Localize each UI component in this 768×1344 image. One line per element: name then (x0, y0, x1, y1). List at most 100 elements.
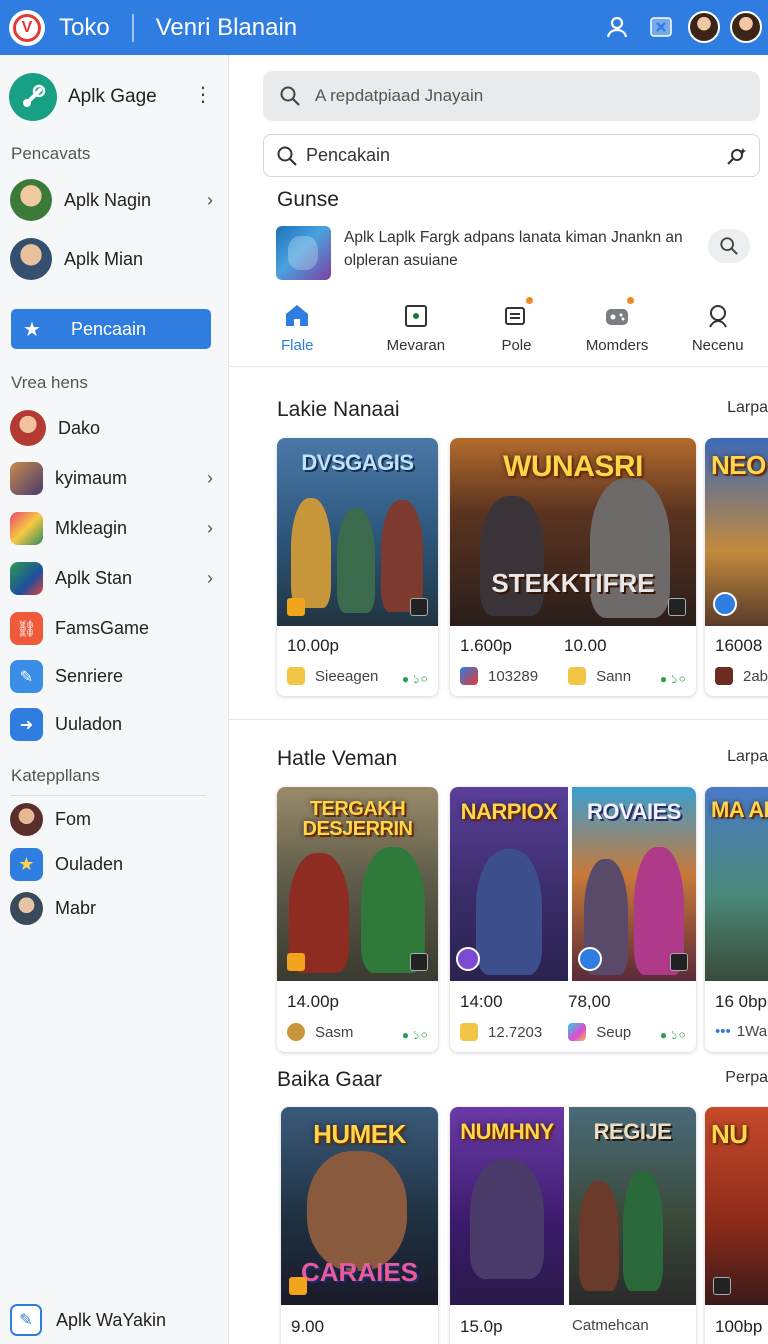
game-meta: 103289 Sann (460, 667, 631, 685)
avatar[interactable] (730, 11, 762, 43)
footer-label: Aplk WaYakin (56, 1309, 167, 1330)
avatar (10, 410, 46, 446)
see-more-link[interactable]: Perpa (725, 1069, 768, 1087)
sidebar-item[interactable]: ✎ Senriere (10, 660, 215, 693)
game-card[interactable]: NEO 16008 2abi (705, 438, 768, 696)
game-card[interactable]: NARPIOX ROVAIES 14:00 78,00 12.7203 Seup … (450, 787, 696, 1052)
game-card[interactable]: MA AL 16 0bp •••1Wa (705, 787, 768, 1052)
game-cover: NUMHNY (450, 1107, 564, 1305)
tab-flale[interactable]: Flale (229, 295, 366, 367)
star-icon: ★ (23, 318, 41, 341)
game-meta: 2abi (715, 667, 768, 685)
game-price: 14.00p (287, 992, 339, 1011)
publisher-icon (568, 667, 587, 685)
notification-badge (625, 295, 637, 306)
sidebar-profile[interactable]: Aplk Gage ⋮ (9, 72, 219, 122)
game-card[interactable]: TERGAKH DESJERRIN 14.00p Sasm ● ১০ (277, 787, 438, 1052)
sidebar-item-label: Ouladen (55, 854, 124, 874)
gamepad-icon (604, 295, 637, 329)
rating-indicator: ● ১০ (659, 672, 686, 686)
promo-banner[interactable]: Aplk Laplk Fargk adpans lanata kiman Jna… (276, 226, 756, 282)
sidebar-item[interactable]: Aplk Stan › (10, 562, 215, 595)
rating-indicator: ● ১০ (659, 1028, 686, 1042)
sidebar: Aplk Gage ⋮ Pencavats Aplk Nagin › Aplk … (0, 55, 229, 1344)
game-cover: WUNASRI STEKKTIFRE (450, 438, 696, 626)
star-icon: ★ (10, 848, 43, 881)
section-title: Lakie Nanaai (277, 398, 400, 421)
chevron-right-icon: › (207, 568, 213, 588)
game-card[interactable]: DVSGAGIS 10.00p Sieeagen ● ১০ (277, 438, 438, 696)
sidebar-item[interactable]: Fom (10, 803, 215, 836)
top-bar: V Toko Venri Blanain (0, 0, 768, 55)
game-row: HUMEK CARAIES 9.00 NUMHNY REGIJE 15.0p C… (277, 1107, 768, 1344)
game-cover: NEO (705, 438, 768, 626)
section-header: Kateppllans (11, 766, 100, 785)
promo-text: Aplk Laplk Fargk adpans lanata kiman Jna… (344, 229, 683, 269)
search-field[interactable]: Pencakain (263, 134, 760, 177)
search-field-text: Pencakain (306, 145, 391, 165)
search-person-icon (705, 295, 731, 329)
game-price: 14:00 (460, 992, 503, 1011)
tab-momders[interactable]: Momders (567, 295, 668, 367)
section-header: Vrea hens (11, 373, 88, 392)
publisher-icon (460, 1023, 478, 1041)
sidebar-cta-button[interactable]: ★ Pencaain (11, 309, 211, 349)
magic-search-icon[interactable] (725, 145, 747, 167)
avatar (10, 179, 52, 221)
game-card[interactable]: NUMHNY REGIJE 15.0p Catmehcan (450, 1107, 696, 1344)
see-more-link[interactable]: Larpa (727, 399, 768, 417)
sidebar-item-label: kyimaum (55, 468, 128, 488)
sidebar-item-label: Uuladon (55, 714, 123, 734)
game-cover: REGIJE (569, 1107, 696, 1305)
publisher-icon (460, 667, 478, 685)
sidebar-item-label: Mkleagin (55, 518, 128, 538)
sidebar-item[interactable]: Aplk Nagin › (10, 179, 215, 221)
game-price: 15.0p (460, 1317, 503, 1336)
search-icon[interactable] (708, 229, 750, 263)
sidebar-item[interactable]: kyimaum › (10, 462, 215, 495)
game-thumbnail (10, 462, 43, 495)
promo-image (276, 226, 331, 280)
publisher-icon (568, 1023, 587, 1041)
avatar (10, 892, 43, 925)
game-price: Catmehcan (572, 1317, 649, 1334)
game-cover: HUMEK CARAIES (281, 1107, 438, 1305)
game-card[interactable]: HUMEK CARAIES 9.00 (281, 1107, 438, 1344)
title-divider (131, 13, 134, 42)
close-box-icon[interactable] (644, 10, 678, 44)
game-card[interactable]: NU 100bp (705, 1107, 768, 1344)
more-vert-icon[interactable]: ⋮ (193, 85, 213, 105)
sidebar-item[interactable]: ★ Ouladen (10, 848, 215, 881)
game-card[interactable]: WUNASRI STEKKTIFRE 1.600p 10.00 103289 San… (450, 438, 696, 696)
sidebar-item[interactable]: ⛓ FamsGame (10, 612, 215, 645)
user-icon[interactable] (600, 10, 634, 44)
games-heading: Gunse (277, 188, 339, 211)
list-icon (503, 295, 536, 329)
sidebar-footer[interactable]: ✎ Aplk WaYakin (10, 1304, 166, 1336)
sidebar-item[interactable]: ➜ Uuladon (10, 708, 215, 741)
see-more-link[interactable]: Larpa (727, 748, 768, 766)
rating-indicator: ● ১০ (401, 672, 428, 686)
tab-necenu[interactable]: Necenu (667, 295, 768, 367)
section-title: Baika Gaar (277, 1068, 383, 1091)
v-logo-icon[interactable]: V (9, 9, 45, 46)
link-icon: ⛓ (10, 612, 43, 645)
sidebar-item-label: Aplk Mian (64, 248, 144, 269)
sidebar-item[interactable]: Dako (10, 410, 215, 446)
sidebar-item[interactable]: Mabr (10, 892, 215, 925)
search-input[interactable]: A repdatpiaad Jnayain (263, 71, 760, 121)
game-price: 16008 (715, 636, 763, 655)
sidebar-item[interactable]: Mkleagin › (10, 512, 215, 545)
search-icon (277, 146, 297, 166)
search-icon (280, 86, 300, 106)
tab-pole[interactable]: Pole (466, 295, 567, 367)
avatar[interactable] (688, 11, 720, 43)
sidebar-item[interactable]: Aplk Mian (10, 238, 215, 280)
sidebar-item-label: FamsGame (55, 618, 150, 638)
game-price: 16 0bp (715, 992, 767, 1011)
avatar (10, 238, 52, 280)
profile-name: Aplk Gage (68, 86, 157, 107)
divider (229, 719, 768, 720)
game-meta: 12.7203 Seup (460, 1023, 631, 1041)
tab-mevaran[interactable]: Mevaran (366, 295, 467, 367)
